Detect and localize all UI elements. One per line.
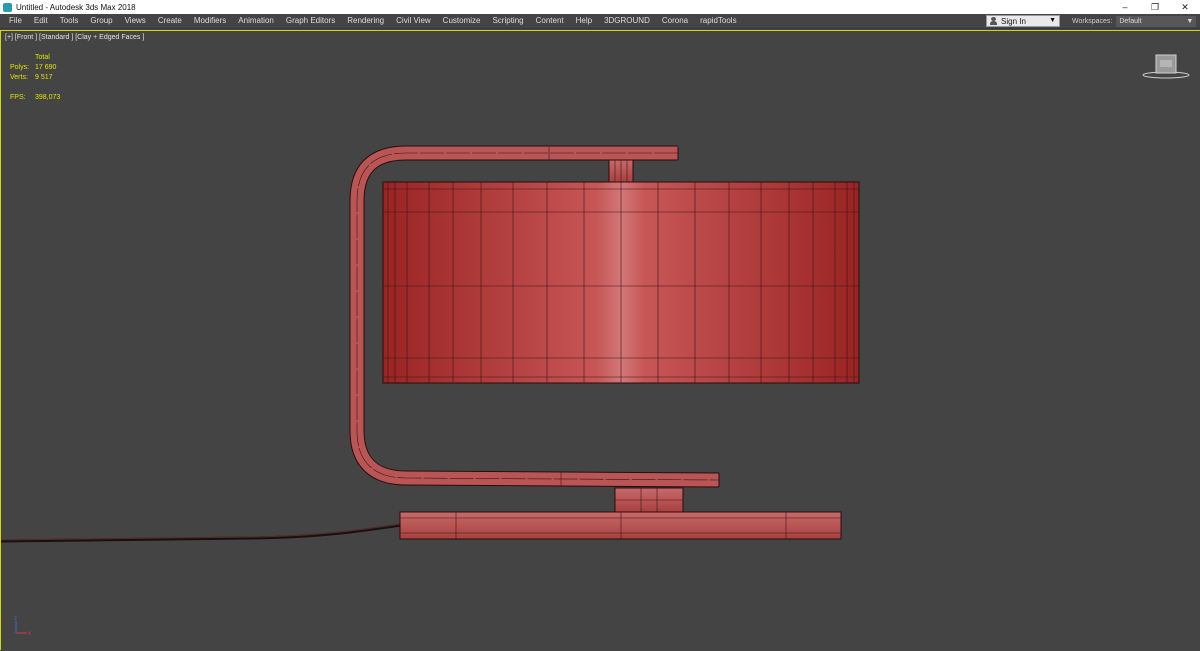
close-button[interactable]: ✕ bbox=[1170, 0, 1200, 14]
lamp-base[interactable] bbox=[399, 511, 842, 540]
title-bar: Untitled - Autodesk 3ds Max 2018 – ❐ ✕ bbox=[0, 0, 1200, 14]
sign-in-dropdown[interactable]: Sign In ▼ bbox=[986, 15, 1060, 27]
polys-label: Polys: bbox=[10, 64, 30, 71]
menu-bar: File Edit Tools Group Views Create Modif… bbox=[0, 14, 1200, 29]
polys-value: 17 690 bbox=[35, 64, 57, 71]
chevron-down-icon: ▼ bbox=[1186, 17, 1194, 25]
power-cord bbox=[1, 523, 402, 543]
menu-scripting[interactable]: Scripting bbox=[487, 14, 530, 28]
base-connector[interactable] bbox=[614, 487, 684, 513]
lamp-shade[interactable] bbox=[382, 181, 860, 384]
viewcube-icon[interactable] bbox=[1141, 51, 1191, 81]
chevron-down-icon: ▼ bbox=[1049, 17, 1056, 24]
menu-rapidtools[interactable]: rapidTools bbox=[695, 14, 743, 28]
menu-graph-editors[interactable]: Graph Editors bbox=[281, 14, 342, 28]
workspaces-label: Workspaces: bbox=[1072, 17, 1113, 25]
viewport-label[interactable]: [+] [Front ] [Standard ] [Clay + Edged F… bbox=[5, 34, 144, 41]
menu-views[interactable]: Views bbox=[120, 14, 153, 28]
power-cord-highlight bbox=[1, 523, 402, 541]
front-viewport[interactable]: [+] [Front ] [Standard ] [Clay + Edged F… bbox=[0, 30, 1200, 650]
menu-edit[interactable]: Edit bbox=[29, 14, 55, 28]
menu-create[interactable]: Create bbox=[153, 14, 189, 28]
menu-civil-view[interactable]: Civil View bbox=[391, 14, 438, 28]
sign-in-label: Sign In bbox=[1001, 16, 1026, 26]
menu-modifiers[interactable]: Modifiers bbox=[189, 14, 233, 28]
minimize-button[interactable]: – bbox=[1110, 0, 1140, 14]
verts-label: Verts: bbox=[10, 74, 28, 81]
menu-group[interactable]: Group bbox=[85, 14, 119, 28]
menu-file[interactable]: File bbox=[4, 14, 29, 28]
shade-connector[interactable] bbox=[608, 159, 634, 183]
user-icon bbox=[990, 17, 997, 25]
fps-value: 398,073 bbox=[35, 94, 61, 101]
menu-help[interactable]: Help bbox=[571, 14, 599, 28]
menu-corona[interactable]: Corona bbox=[657, 14, 695, 28]
app-icon bbox=[3, 2, 12, 12]
svg-text:x: x bbox=[28, 631, 31, 637]
window-title: Untitled - Autodesk 3ds Max 2018 bbox=[16, 2, 136, 12]
svg-text:z: z bbox=[14, 616, 17, 622]
verts-value: 9 517 bbox=[35, 74, 53, 81]
menu-animation[interactable]: Animation bbox=[233, 14, 281, 28]
menu-3dground[interactable]: 3DGROUND bbox=[599, 14, 657, 28]
workspaces-value: Default bbox=[1119, 17, 1142, 25]
statistics-overlay: Total Polys: 17 690 Verts: 9 517 FPS: 398,0… bbox=[10, 53, 60, 103]
menu-rendering[interactable]: Rendering bbox=[342, 14, 391, 28]
fps-label: FPS: bbox=[10, 94, 26, 101]
menu-tools[interactable]: Tools bbox=[55, 14, 86, 28]
menu-content[interactable]: Content bbox=[531, 14, 571, 28]
restore-button[interactable]: ❐ bbox=[1140, 0, 1170, 14]
scene-render[interactable] bbox=[1, 31, 1200, 651]
workspaces-select[interactable]: Default ▼ bbox=[1116, 15, 1197, 27]
window-controls: – ❐ ✕ bbox=[1110, 0, 1200, 14]
stats-header: Total bbox=[35, 54, 50, 61]
axis-gizmo-icon: z x bbox=[14, 616, 31, 637]
menu-customize[interactable]: Customize bbox=[438, 14, 488, 28]
